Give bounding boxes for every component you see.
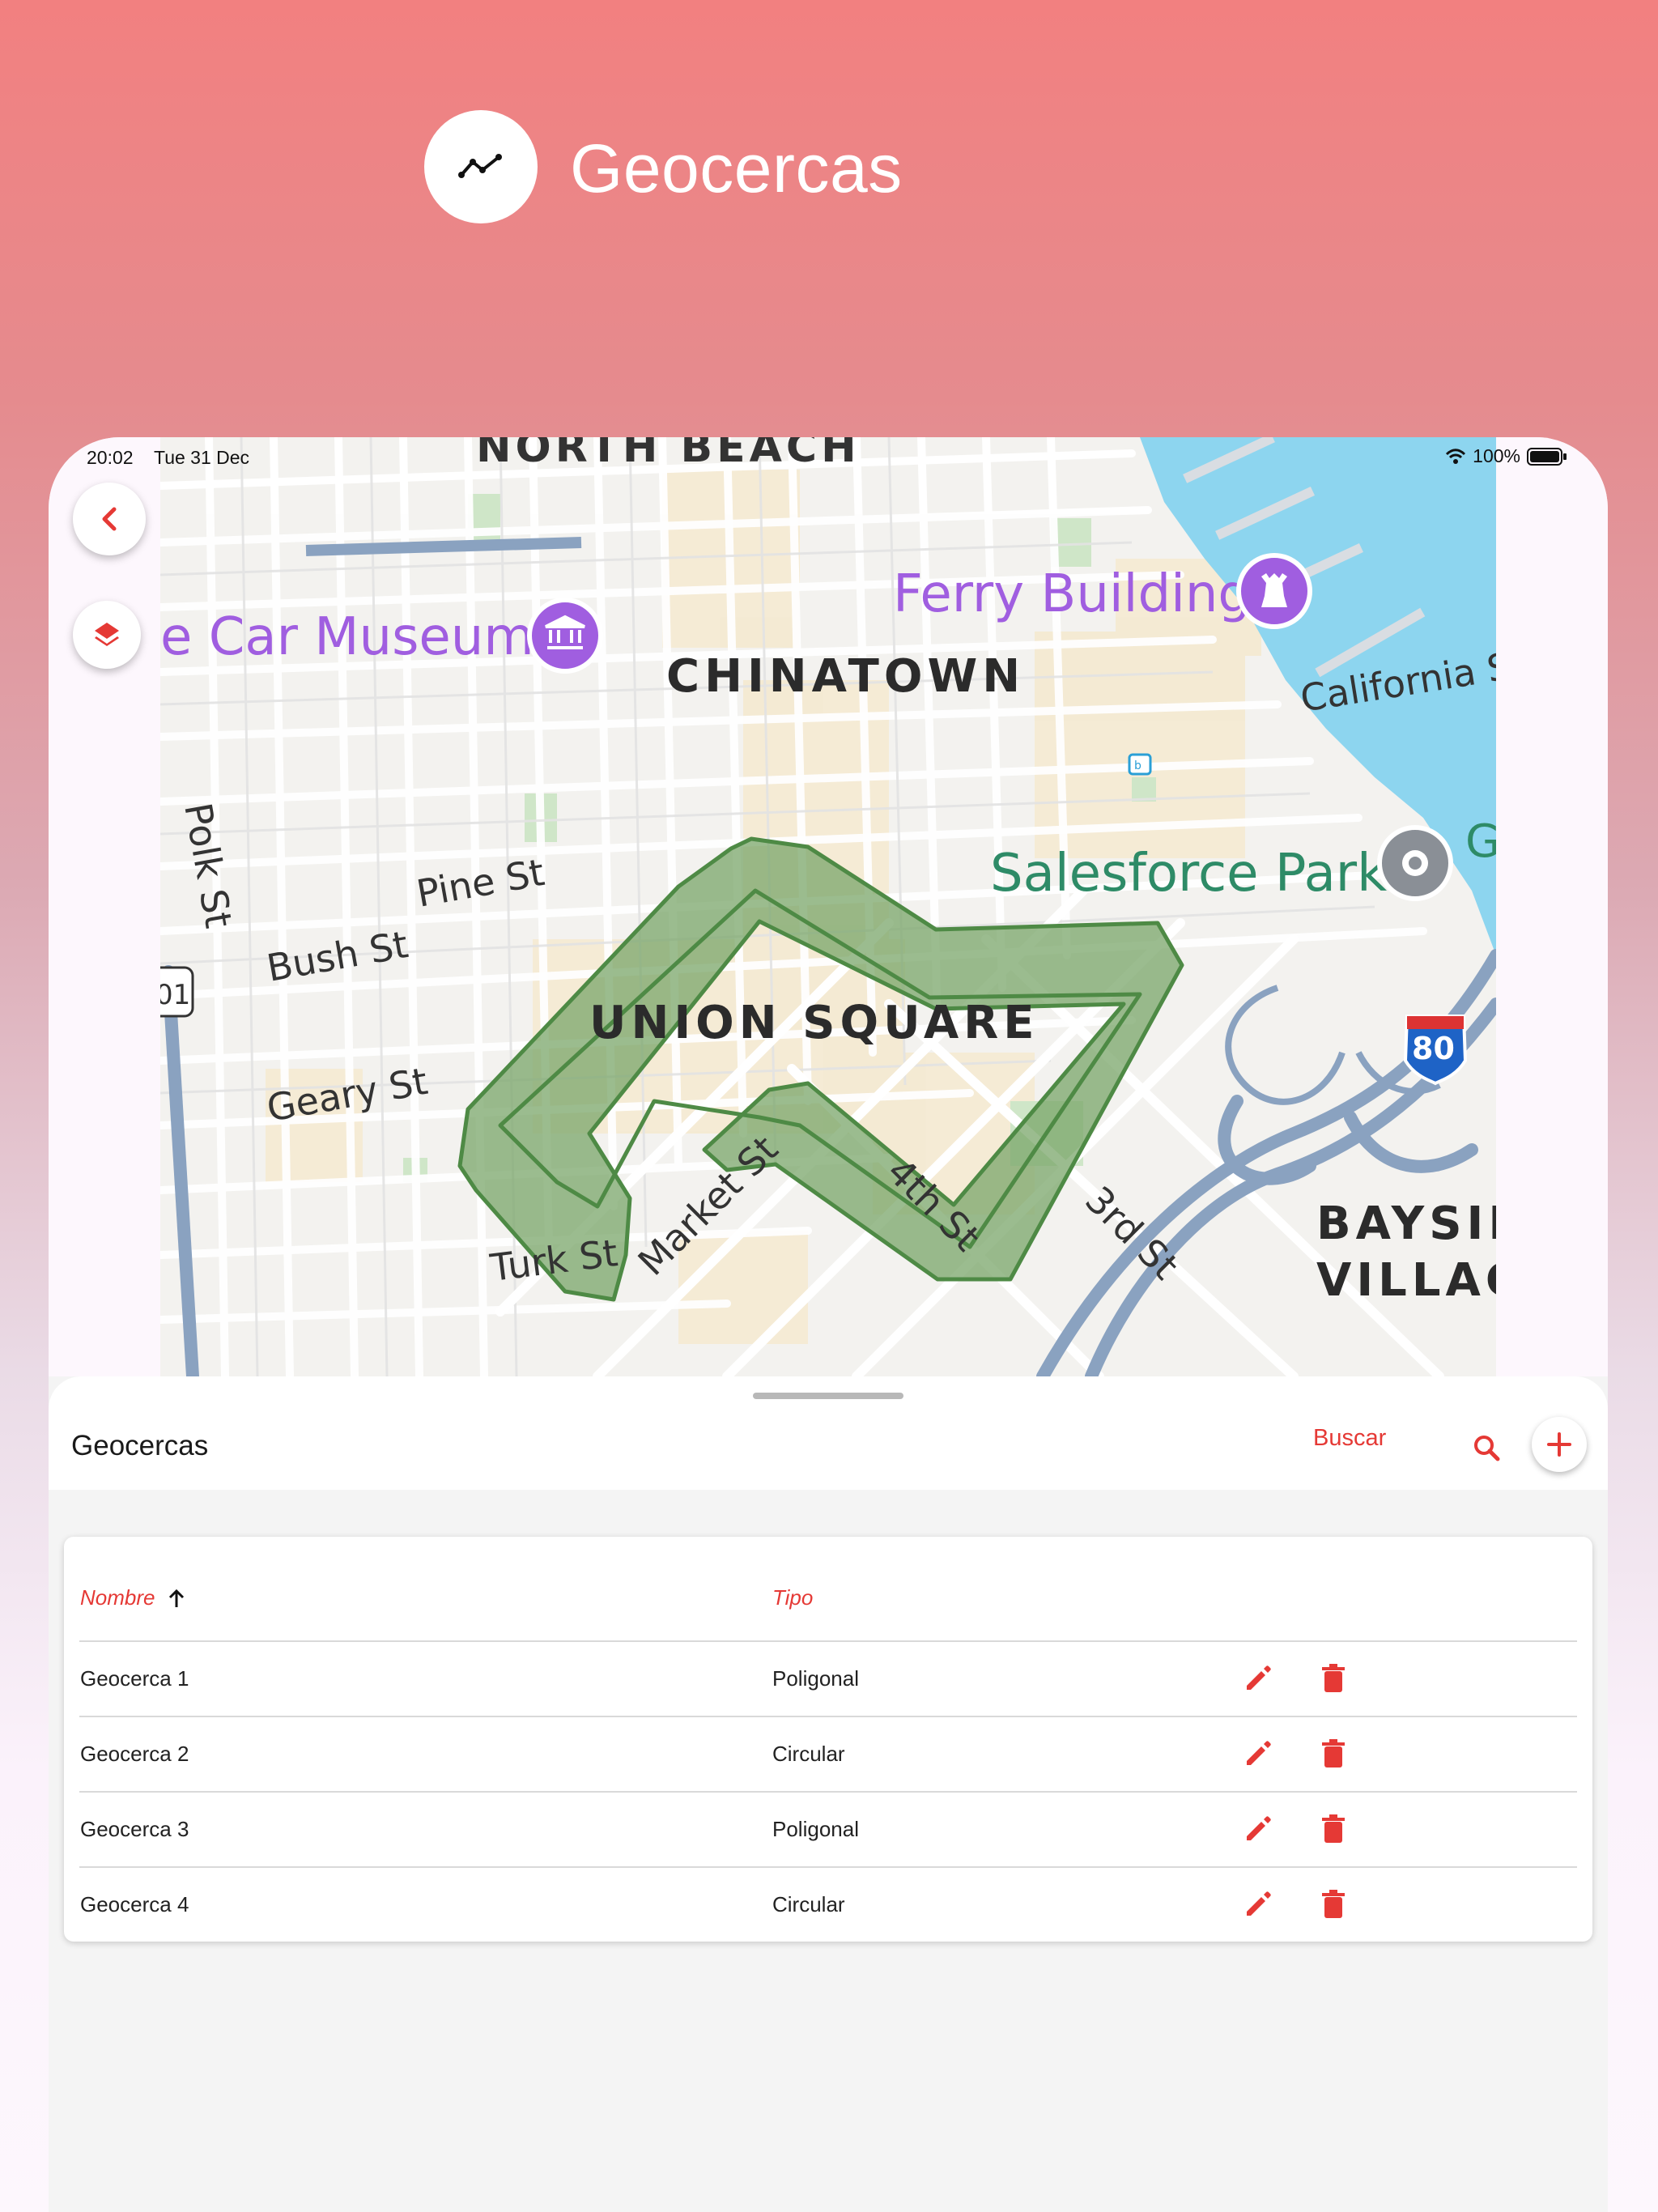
landmark-icon[interactable] <box>1236 553 1312 629</box>
status-bar: 20:02 Tue 31 Dec 100% <box>49 437 1608 476</box>
poi-ferry-building[interactable]: Ferry Building <box>893 564 1251 624</box>
label-union-square: UNION SQUARE <box>589 997 1039 1049</box>
column-header-name[interactable]: Nombre <box>80 1585 185 1610</box>
cell-name: Geocerca 3 <box>80 1817 189 1841</box>
bottom-sheet: Geocercas Buscar Nombre Tipo Geocerca 1 … <box>49 1376 1608 2212</box>
table-row[interactable]: Geocerca 4 Circular <box>79 1866 1577 1942</box>
edit-button[interactable] <box>1239 1735 1277 1772</box>
cell-name: Geocerca 2 <box>80 1742 189 1766</box>
wifi-icon <box>1446 448 1466 464</box>
battery-icon <box>1527 447 1567 466</box>
museum-icon[interactable] <box>527 598 603 674</box>
cell-type: Poligonal <box>772 1817 859 1841</box>
column-name-label: Nombre <box>80 1585 155 1610</box>
trash-icon <box>1322 1890 1345 1918</box>
location-pin-icon[interactable] <box>1377 825 1453 901</box>
edit-button[interactable] <box>1239 1810 1277 1848</box>
pencil-icon <box>1247 1816 1271 1840</box>
edit-button[interactable] <box>1239 1660 1277 1697</box>
cell-name: Geocerca 4 <box>80 1892 189 1916</box>
column-header-type[interactable]: Tipo <box>772 1585 813 1610</box>
delete-button[interactable] <box>1315 1735 1352 1772</box>
cell-type: Circular <box>772 1892 845 1916</box>
pencil-icon <box>1247 1741 1271 1765</box>
trend-line-icon <box>458 154 502 178</box>
drag-handle[interactable] <box>753 1393 903 1399</box>
label-chinatown: CHINATOWN <box>666 650 1025 703</box>
table-body: Geocerca 1 Poligonal Geocerca 2 Circular <box>64 1640 1592 1942</box>
trash-icon <box>1322 1814 1345 1843</box>
geofence-table: Nombre Tipo Geocerca 1 Poligonal Geocerc… <box>64 1537 1592 1942</box>
pencil-icon <box>1247 1891 1271 1916</box>
back-button[interactable] <box>73 483 146 555</box>
label-bayside-1: BAYSID <box>1316 1197 1496 1250</box>
search-button[interactable]: Buscar <box>1313 1425 1386 1452</box>
add-geofence-button[interactable] <box>1532 1417 1587 1472</box>
cell-type: Poligonal <box>772 1666 859 1691</box>
table-row[interactable]: Geocerca 3 Poligonal <box>79 1791 1577 1866</box>
app-badge <box>424 110 538 223</box>
poi-partial-label: G <box>1465 815 1496 868</box>
sheet-header: Geocercas Buscar <box>49 1376 1608 1490</box>
arrow-up-icon <box>169 1589 185 1607</box>
device-frame: b NORTH BEACH CHINATOWN UNION SQUARE BAY… <box>49 437 1608 2212</box>
battery-percent: 100% <box>1473 445 1520 466</box>
layers-button[interactable] <box>73 601 141 669</box>
page-title: Geocercas <box>570 130 903 206</box>
us-route-number: 01 <box>160 979 190 1011</box>
map-area: b NORTH BEACH CHINATOWN UNION SQUARE BAY… <box>49 437 1608 1376</box>
trash-icon <box>1322 1739 1345 1767</box>
interstate-shield-icon: 80 <box>1403 1015 1468 1086</box>
table-row[interactable]: Geocerca 1 Poligonal <box>79 1640 1577 1716</box>
layers-icon <box>95 623 119 646</box>
cell-type: Circular <box>772 1742 845 1766</box>
interstate-number: 80 <box>1412 1031 1455 1066</box>
pencil-icon <box>1247 1665 1271 1690</box>
plus-icon <box>1547 1432 1571 1457</box>
svg-text:b: b <box>1134 759 1141 772</box>
search-icon <box>1474 1436 1500 1461</box>
status-date: Tue 31 Dec <box>154 447 250 468</box>
map-view[interactable]: b NORTH BEACH CHINATOWN UNION SQUARE BAY… <box>160 437 1496 1376</box>
us-route-shield-icon: 01 <box>160 966 194 1018</box>
edit-button[interactable] <box>1239 1886 1277 1923</box>
status-indicators: 100% <box>1445 445 1567 467</box>
sheet-title: Geocercas <box>71 1430 209 1461</box>
trash-icon <box>1322 1664 1345 1692</box>
cell-name: Geocerca 1 <box>80 1666 189 1691</box>
label-bayside-2: VILLAG <box>1316 1254 1496 1307</box>
poi-car-museum[interactable]: e Car Museum <box>160 607 534 667</box>
delete-button[interactable] <box>1315 1886 1352 1923</box>
search-icon-button[interactable] <box>1467 1428 1506 1467</box>
table-row[interactable]: Geocerca 2 Circular <box>79 1716 1577 1791</box>
chevron-left-icon <box>102 507 117 531</box>
delete-button[interactable] <box>1315 1660 1352 1697</box>
delete-button[interactable] <box>1315 1810 1352 1848</box>
app-header: Geocercas <box>0 0 1658 437</box>
status-time: 20:02 <box>87 447 134 468</box>
poi-salesforce-park[interactable]: Salesforce Park <box>990 844 1387 904</box>
